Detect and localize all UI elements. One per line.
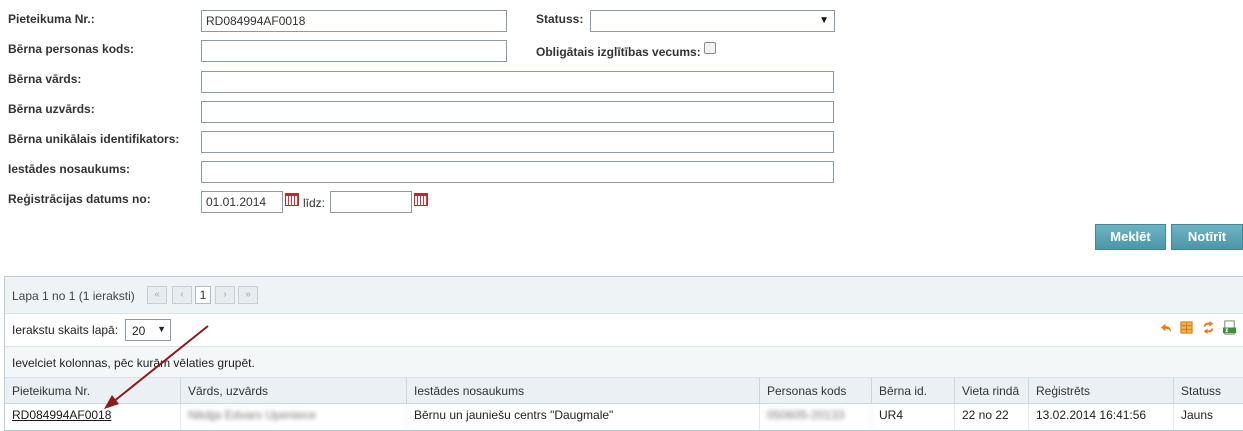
column-header-registered[interactable]: Reģistrēts: [1029, 378, 1174, 404]
clear-button[interactable]: Notīrīt: [1171, 224, 1243, 250]
application-no-link[interactable]: RD084994AF0018: [12, 408, 111, 422]
results-grid: Lapa 1 no 1 (1 ieraksti) « ‹ 1 › » Ierak…: [4, 276, 1243, 431]
cell-status: Jauns: [1174, 404, 1243, 430]
next-page-button[interactable]: ›: [215, 286, 235, 304]
per-page-select[interactable]: 20 ▼: [125, 319, 171, 341]
reg-date-from-input[interactable]: [201, 191, 283, 213]
last-name-label: Bērna uzvārds:: [8, 102, 95, 116]
pager-bar: Lapa 1 no 1 (1 ieraksti) « ‹ 1 › »: [5, 277, 1243, 314]
institution-input[interactable]: [201, 161, 834, 183]
current-page[interactable]: 1: [195, 286, 211, 304]
first-name-label: Bērna vārds:: [8, 72, 82, 86]
column-header-institution[interactable]: Iestādes nosaukums: [407, 378, 760, 404]
grouping-hint: Ievelciet kolonnas, pēc kurām vēlaties g…: [12, 356, 255, 370]
refresh-icon[interactable]: [1201, 320, 1216, 335]
column-header-personal-code[interactable]: Personas kods: [760, 378, 872, 404]
mandatory-age-label: Obligātais izglītības vecums:: [536, 45, 701, 59]
cell-application-no: RD084994AF0018: [5, 404, 181, 430]
first-page-button[interactable]: «: [147, 286, 167, 304]
reg-date-to-input[interactable]: [330, 191, 412, 213]
cell-child-id: UR4: [872, 404, 955, 430]
last-page-button[interactable]: »: [238, 286, 258, 304]
chevron-down-icon: ▼: [157, 324, 166, 334]
personal-code-label: Bērna personas kods:: [8, 42, 135, 56]
application-no-input[interactable]: [201, 10, 507, 32]
column-header-child-id[interactable]: Bērna id.: [872, 378, 955, 404]
cell-institution: Bērnu un jauniešu centrs "Daugmale": [407, 404, 760, 430]
unique-id-input[interactable]: [201, 131, 834, 153]
undo-icon[interactable]: [1158, 320, 1173, 335]
export-excel-icon[interactable]: [1222, 320, 1237, 335]
per-page-label: Ierakstu skaits lapā:: [12, 323, 119, 337]
last-name-input[interactable]: [201, 101, 834, 123]
per-page-bar: Ierakstu skaits lapā: 20 ▼: [5, 314, 1243, 347]
cell-personal-code: 050605-20133: [760, 404, 872, 430]
status-label: Statuss:: [536, 12, 584, 26]
unique-id-label: Bērna unikālais identifikators:: [8, 132, 180, 146]
application-no-label: Pieteikuma Nr.:: [8, 12, 95, 26]
per-page-value: 20: [132, 324, 146, 338]
column-header-application-no[interactable]: Pieteikuma Nr.: [5, 378, 181, 404]
reg-date-to-label: līdz:: [303, 196, 326, 210]
calendar-icon[interactable]: [285, 193, 299, 206]
grid-settings-icon[interactable]: [1179, 320, 1194, 335]
status-select[interactable]: ▼: [590, 10, 835, 32]
column-header-queue-place[interactable]: Vieta rindā: [955, 378, 1029, 404]
first-name-input[interactable]: [201, 71, 834, 93]
calendar-icon[interactable]: [414, 193, 428, 206]
cell-queue-place: 22 no 22: [955, 404, 1029, 430]
page-info: Lapa 1 no 1 (1 ieraksti): [12, 289, 135, 303]
search-button[interactable]: Meklēt: [1095, 224, 1166, 250]
cell-name: Nikāja Edvars Upeniece: [181, 404, 407, 430]
prev-page-button[interactable]: ‹: [172, 286, 192, 304]
cell-registered: 13.02.2014 16:41:56: [1029, 404, 1174, 430]
column-header-name[interactable]: Vārds, uzvārds: [181, 378, 407, 404]
table-header: Pieteikuma Nr. Vārds, uzvārds Iestādes n…: [5, 378, 1243, 404]
reg-date-label: Reģistrācijas datums no:: [8, 192, 151, 206]
column-header-status[interactable]: Statuss: [1174, 378, 1243, 404]
personal-code-input[interactable]: [201, 40, 507, 62]
grouping-panel[interactable]: Ievelciet kolonnas, pēc kurām vēlaties g…: [5, 347, 1243, 378]
mandatory-age-checkbox[interactable]: [704, 42, 716, 54]
table-row[interactable]: RD084994AF0018 Nikāja Edvars Upeniece Bē…: [5, 404, 1243, 430]
institution-label: Iestādes nosaukums:: [8, 162, 131, 176]
chevron-down-icon: ▼: [819, 15, 829, 26]
